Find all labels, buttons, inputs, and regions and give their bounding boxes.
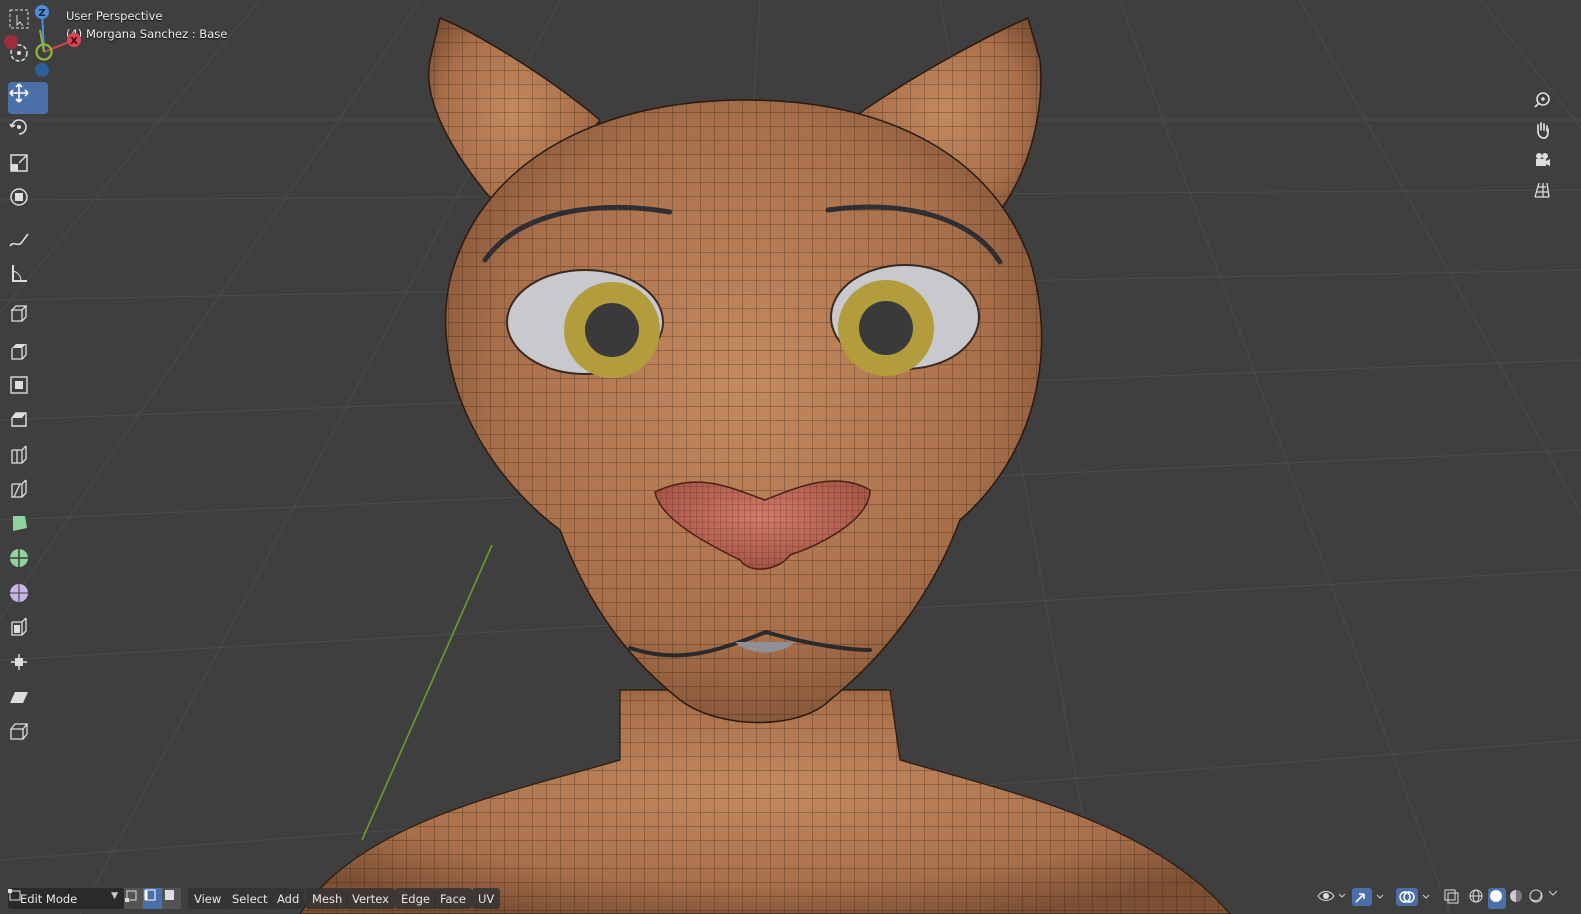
loop-cut-tool[interactable]: [8, 444, 48, 476]
spin-icon: [10, 549, 28, 567]
mode-select[interactable]: Edit Mode ▼: [8, 888, 124, 909]
add-cube-icon: [10, 305, 28, 322]
annotate-tool[interactable]: [8, 228, 48, 260]
menu-add[interactable]: Add: [271, 888, 306, 909]
poly-build-icon: [13, 516, 27, 531]
shrink-fatten-icon: [11, 654, 27, 670]
transform-icon: [10, 188, 28, 206]
character-mesh: [299, 16, 1231, 914]
mode-label: Edit Mode: [20, 891, 78, 906]
neg-x-axis-handle: [4, 35, 18, 49]
chevron-down-icon: ▼: [111, 891, 118, 901]
viewport-header: Edit Mode ▼ View Select Add Mesh Vertex …: [0, 884, 1581, 914]
rendered-shading-icon: [1529, 889, 1543, 903]
solid-shading-icon: [1490, 890, 1502, 902]
overlay-toggle-button[interactable]: [1396, 888, 1434, 909]
pan-button[interactable]: [1533, 121, 1563, 147]
rendered-shading-button[interactable]: [1528, 888, 1546, 909]
xray-icon: [1444, 889, 1459, 904]
grid-icon: [1534, 182, 1550, 198]
gizmo-icon: [1352, 888, 1384, 906]
face-select-icon: [165, 890, 174, 900]
smooth-tool[interactable]: [8, 582, 48, 614]
edge-select-icon: [144, 889, 156, 901]
inset-tool[interactable]: [8, 374, 48, 406]
smooth-icon: [10, 584, 28, 602]
material-shading-icon: [1510, 890, 1522, 902]
3d-viewport[interactable]: User Perspective (4) Morgana Sanchez : B…: [0, 0, 1581, 914]
zoom-icon: [1534, 92, 1550, 108]
poly-build-tool[interactable]: [8, 512, 48, 544]
menu-select[interactable]: Select: [226, 888, 274, 909]
menu-uv[interactable]: UV: [472, 888, 501, 909]
x-axis-label: X: [70, 36, 78, 47]
navigation-gizmo[interactable]: Z X: [0, 0, 90, 90]
menu-mesh[interactable]: Mesh: [306, 888, 349, 909]
edge-slide-icon: [11, 617, 27, 636]
solid-shading-button[interactable]: [1488, 888, 1506, 909]
gizmo-toggle-button[interactable]: [1352, 888, 1388, 909]
xray-toggle-button[interactable]: [1443, 888, 1463, 909]
spin-tool[interactable]: [8, 547, 48, 579]
y-axis-line: [361, 544, 493, 841]
scene-render: [0, 0, 1581, 914]
scale-tool[interactable]: [8, 152, 48, 184]
shading-options-button[interactable]: [1548, 888, 1562, 909]
hand-icon: [1537, 122, 1549, 139]
extrude-tool[interactable]: [8, 340, 48, 372]
overlay-icon: [1396, 888, 1430, 906]
wireframe-shading-icon: [1469, 889, 1483, 903]
shear-tool[interactable]: [8, 686, 48, 718]
edge-slide-tool[interactable]: [8, 616, 48, 648]
scale-icon: [10, 154, 28, 172]
knife-icon: [11, 479, 27, 498]
inset-icon: [10, 376, 28, 394]
vertex-select-mode[interactable]: [124, 888, 143, 909]
rotate-tool[interactable]: [8, 116, 48, 148]
face-select-mode[interactable]: [162, 888, 181, 909]
vertex-select-icon: [125, 890, 137, 902]
shear-icon: [10, 692, 28, 703]
chevron-down-icon: [1548, 890, 1558, 896]
edge-select-mode[interactable]: [143, 888, 162, 909]
bevel-icon: [11, 412, 27, 427]
measure-icon: [12, 265, 27, 282]
loop-cut-icon: [11, 445, 27, 464]
visibility-icon: [1317, 891, 1346, 901]
zoom-button[interactable]: [1533, 91, 1563, 117]
measure-tool[interactable]: [8, 262, 48, 294]
material-shading-button[interactable]: [1508, 888, 1526, 909]
camera-view-button[interactable]: [1533, 151, 1563, 177]
z-axis-label: Z: [38, 8, 45, 19]
object-info: (4) Morgana Sanchez : Base: [66, 27, 228, 41]
neg-z-axis-handle: [35, 63, 49, 77]
bevel-tool[interactable]: [8, 408, 48, 440]
menu-view[interactable]: View: [188, 888, 228, 909]
shrink-fatten-tool[interactable]: [8, 651, 48, 683]
wireframe-shading-button[interactable]: [1468, 888, 1486, 909]
transform-tool[interactable]: [8, 186, 48, 218]
menu-face[interactable]: Face: [434, 888, 473, 909]
annotate-icon: [9, 233, 29, 247]
knife-tool[interactable]: [8, 478, 48, 510]
extrude-icon: [11, 344, 27, 360]
edit-mode-icon: [8, 889, 21, 901]
rip-region-icon: [9, 723, 29, 740]
camera-icon: [1536, 153, 1550, 166]
ortho-toggle-button[interactable]: [1533, 181, 1563, 207]
visibility-button[interactable]: [1316, 888, 1350, 909]
rotate-icon: [9, 119, 27, 135]
menu-edge[interactable]: Edge: [395, 888, 436, 909]
rip-region-tool[interactable]: [8, 720, 48, 752]
add-cube-tool[interactable]: [8, 302, 48, 334]
menu-vertex[interactable]: Vertex: [346, 888, 395, 909]
